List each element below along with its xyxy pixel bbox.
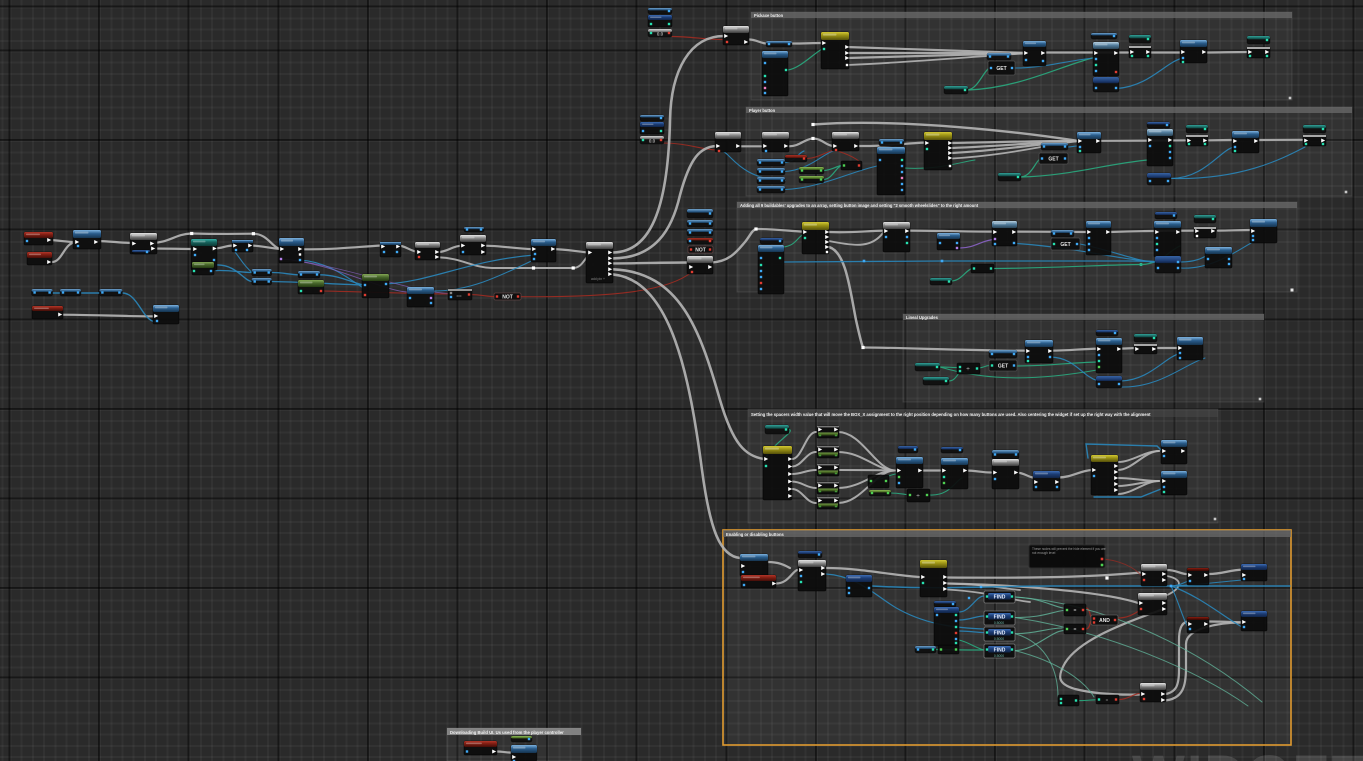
svg-text:Setting the spacers width valu: Setting the spacers width value that wil… [751,412,1151,417]
svg-text:Pickaxe button: Pickaxe button [754,13,784,18]
svg-text:GET: GET [996,66,1006,72]
svg-text:Downloading Build UI. Us used: Downloading Build UI. Us used from the p… [450,730,564,735]
svg-text:FIND: FIND [994,595,1006,601]
svg-text:Player button: Player button [749,108,776,113]
svg-text:Lineal Upgrades: Lineal Upgrades [906,315,939,320]
svg-text:==: == [456,293,462,298]
svg-text:NOT: NOT [502,294,513,300]
svg-text:=: = [1074,608,1077,614]
svg-text:AND: AND [1099,618,1110,624]
svg-text:Enabling or disabling buttons: Enabling or disabling buttons [726,532,784,537]
svg-text:GET: GET [1060,242,1070,248]
svg-text:=: = [1074,627,1077,633]
svg-text:GET: GET [998,363,1008,369]
svg-text:GET: GET [1048,156,1058,162]
svg-text:WIDGET: WIDGET [1132,743,1363,761]
svg-text:0.5000: 0.5000 [994,637,1004,641]
svg-text:NOT: NOT [695,247,706,253]
svg-text:0.5000: 0.5000 [994,654,1004,658]
svg-text:0.5000: 0.5000 [994,621,1004,625]
svg-text:Adding all 9 buildables' upgra: Adding all 9 buildables' upgrades to an … [740,203,979,208]
svg-text:add pin +: add pin + [591,277,605,281]
svg-text:FIND: FIND [994,615,1006,621]
svg-text:FIND: FIND [994,631,1006,637]
svg-text:0.0: 0.0 [657,32,664,37]
svg-text:FIND: FIND [994,648,1006,654]
svg-text:not enough level: not enough level [1032,551,1056,555]
svg-text:=: = [1106,697,1109,702]
svg-text:0.0: 0.0 [649,139,656,144]
